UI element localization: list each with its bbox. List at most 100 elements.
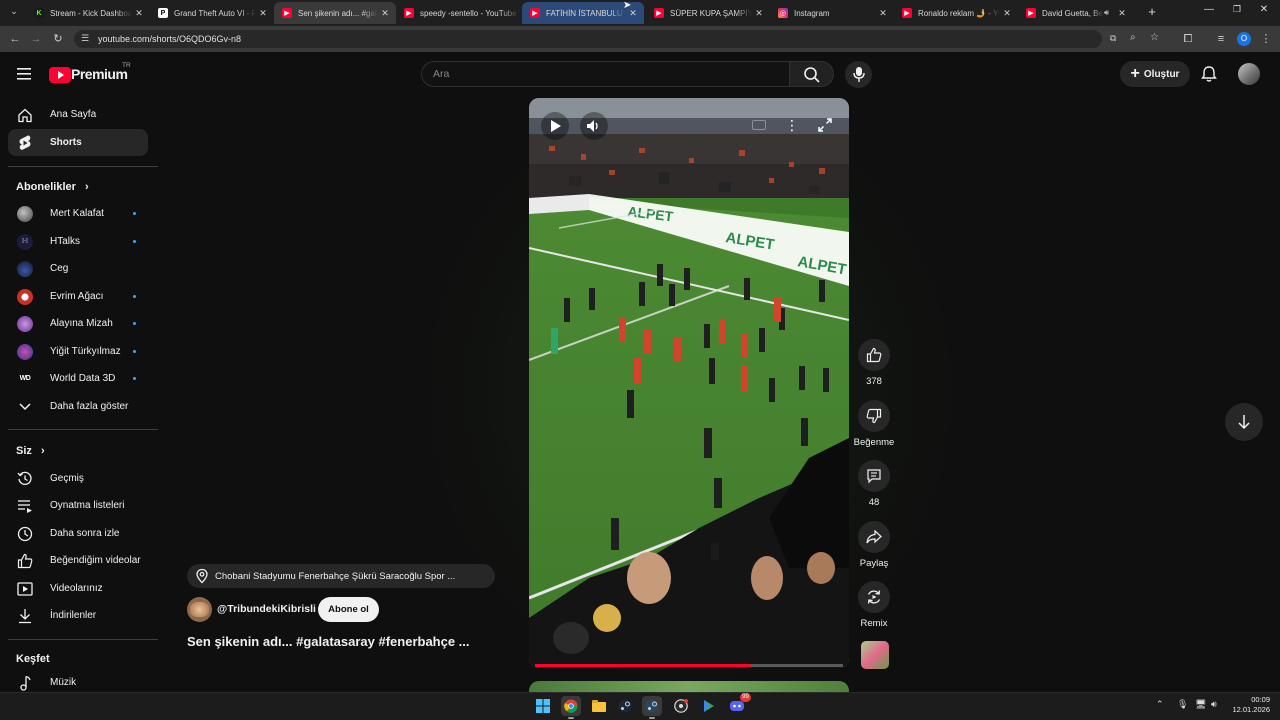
steam-active-icon[interactable] [642, 696, 662, 719]
search-input[interactable]: Ara [421, 61, 790, 87]
sidebar-item-label: Geçmiş [50, 473, 84, 484]
search-button[interactable] [790, 61, 834, 87]
location-chip[interactable]: Chobani Stadyumu Fenerbahçe Şükrü Saraco… [187, 564, 495, 588]
windows-start-icon[interactable] [533, 696, 553, 716]
short-title[interactable]: Sen şikenin adı... #galatasaray #fenerba… [187, 634, 470, 649]
url-text[interactable]: youtube.com/shorts/O6QDO6Gv-n8 [98, 34, 241, 44]
audio-playing-icon[interactable]: 🔊︎ [1104, 8, 1109, 18]
channel-name[interactable]: @TribundekiKibrisli [217, 603, 316, 615]
clock-time[interactable]: 00:09 [1240, 695, 1270, 704]
site-info-icon[interactable]: ☰ [81, 33, 89, 44]
sidebar-item-music[interactable]: Müzik [8, 669, 148, 692]
obs-icon[interactable] [671, 696, 691, 716]
sidebar-item-subscription[interactable]: Yiğit Türkyılmaz [8, 338, 148, 365]
tab-search-button[interactable]: ⌄ [6, 6, 22, 20]
account-avatar[interactable] [1238, 63, 1260, 85]
sidebar-item-shorts[interactable]: Shorts [8, 129, 148, 156]
reload-icon[interactable]: ↻ [51, 32, 65, 46]
new-tab-button[interactable]: + [1145, 5, 1159, 19]
sidebar-item-subscription[interactable]: WD World Data 3D [8, 365, 148, 392]
short-video-player[interactable]: ALPET ALPET ALPET ⋮ [529, 98, 849, 668]
minimize-button[interactable]: — [1202, 4, 1216, 18]
tab-close-icon[interactable]: ✕ [752, 8, 766, 19]
tab-close-icon[interactable]: ✕ [132, 8, 146, 19]
steam-icon[interactable] [615, 696, 635, 716]
thumbs-down-icon [866, 408, 882, 424]
extensions-icon[interactable]: ⧠ [1181, 32, 1195, 46]
play-store-icon[interactable] [699, 696, 719, 716]
network-icon[interactable]: 🖥︎ [1195, 699, 1207, 710]
sidebar-item-your-videos[interactable]: Videolarınız [8, 575, 148, 602]
sidebar-item-downloads[interactable]: İndirilenler [8, 602, 148, 629]
fullscreen-icon[interactable] [816, 116, 834, 134]
microphone-tray-icon[interactable]: 🎙︎ [1177, 699, 1188, 710]
discord-badge: 99 [740, 693, 751, 702]
sidebar-item-subscription[interactable]: ℍ HTalks [8, 228, 148, 255]
subscribe-button[interactable]: Abone ol [318, 597, 379, 622]
tab-close-icon[interactable]: ✕ [1115, 8, 1129, 19]
sidebar-item-subscription[interactable]: Ceg [8, 255, 148, 282]
subscriptions-title[interactable]: Abonelikler › [16, 181, 89, 193]
zoom-icon[interactable]: ⌕ [1130, 32, 1136, 43]
chevron-down-icon [16, 398, 34, 416]
sidebar-item-watch-later[interactable]: Daha sonra izle [8, 520, 148, 547]
play-button[interactable] [541, 112, 569, 140]
install-app-icon[interactable]: ⧉ [1110, 33, 1116, 44]
sidebar-show-more[interactable]: Daha fazla göster [8, 393, 148, 420]
next-short-button[interactable] [1225, 403, 1263, 441]
volume-tray-icon[interactable]: 🔊︎ [1211, 699, 1223, 710]
forward-icon[interactable]: → [29, 32, 43, 46]
address-bar[interactable]: ☰ youtube.com/shorts/O6QDO6Gv-n8 ⧉ ⌕ ☆ [74, 30, 1159, 48]
restore-button[interactable]: ❐ [1230, 4, 1244, 18]
tab-david-guetta[interactable]: ▶ David Guetta, Bebe Rexha 🔊︎ ✕ [1018, 2, 1142, 24]
tab-close-icon[interactable]: ✕ [378, 8, 392, 19]
youtube-premium-logo[interactable]: Premium TR [49, 62, 135, 85]
browser-menu-icon[interactable]: ⋮ [1259, 32, 1273, 46]
voice-search-button[interactable] [845, 61, 872, 88]
tab-instagram[interactable]: ◎ Instagram ✕ [770, 2, 894, 24]
video-progress-fill[interactable] [535, 664, 751, 667]
next-short-preview[interactable] [529, 681, 849, 692]
comments-button[interactable] [858, 460, 890, 492]
bookmark-star-icon[interactable]: ☆ [1150, 32, 1159, 43]
channel-avatar[interactable] [187, 597, 212, 622]
tab-gta[interactable]: P Grand Theft Auto VI - PlayStation ✕ [150, 2, 274, 24]
create-button[interactable]: + Oluştur [1120, 61, 1190, 87]
media-controls-icon[interactable]: ≡ [1214, 32, 1228, 46]
sidebar-item-liked-videos[interactable]: Beğendiğim videolar [8, 547, 148, 574]
hidden-icons-chevron[interactable]: ⌃ [1156, 699, 1166, 710]
share-button[interactable] [858, 521, 890, 553]
sidebar-item-subscription[interactable]: Evrim Ağacı [8, 283, 148, 310]
sidebar-item-home[interactable]: Ana Sayfa [8, 101, 148, 128]
new-content-dot [133, 295, 136, 298]
clock-date[interactable]: 12.01.2026 [1226, 705, 1270, 714]
sidebar-item-history[interactable]: Geçmiş [8, 465, 148, 492]
more-options-icon[interactable]: ⋮ [785, 116, 799, 134]
dislike-button[interactable] [858, 400, 890, 432]
hamburger-menu-icon[interactable] [16, 66, 34, 82]
remix-button[interactable] [858, 581, 890, 613]
tab-close-icon[interactable]: ✕ [256, 8, 270, 19]
tab-current-short[interactable]: ▶ Sen şikenin adı... #galatasaray ✕ [274, 2, 396, 24]
captions-icon[interactable] [752, 120, 766, 130]
sidebar-item-playlists[interactable]: Oynatma listeleri [8, 492, 148, 519]
sound-thumbnail[interactable] [861, 641, 889, 669]
discord-icon[interactable]: 99 [727, 693, 751, 716]
you-section-title[interactable]: Siz › [16, 445, 45, 457]
chrome-taskbar-icon[interactable] [561, 696, 581, 719]
file-explorer-icon[interactable] [589, 696, 609, 716]
sidebar-item-subscription[interactable]: Mert Kalafat [8, 200, 148, 227]
tab-close-icon[interactable]: ✕ [876, 8, 890, 19]
back-icon[interactable]: ← [8, 32, 22, 46]
tab-speedy[interactable]: ▶ speedy -sentello - YouTube [396, 2, 520, 24]
close-window-button[interactable]: ✕ [1257, 4, 1271, 18]
tab-close-icon[interactable]: ✕ [1000, 8, 1014, 19]
like-button[interactable] [858, 339, 890, 371]
tab-ronaldo[interactable]: ▶ Ronaldo reklam 🤳 - YouTube ✕ [894, 2, 1018, 24]
notifications-icon[interactable] [1200, 65, 1218, 83]
tab-super-kupa[interactable]: ▶ SÜPER KUPA ŞAMPİYONU ✕ [646, 2, 770, 24]
volume-button[interactable] [580, 112, 608, 140]
sidebar-item-subscription[interactable]: Alayına Mizah [8, 310, 148, 337]
tab-kick-dashboard[interactable]: K Stream - Kick Dashboard ✕ [26, 2, 150, 24]
profile-avatar[interactable]: O [1237, 32, 1251, 46]
